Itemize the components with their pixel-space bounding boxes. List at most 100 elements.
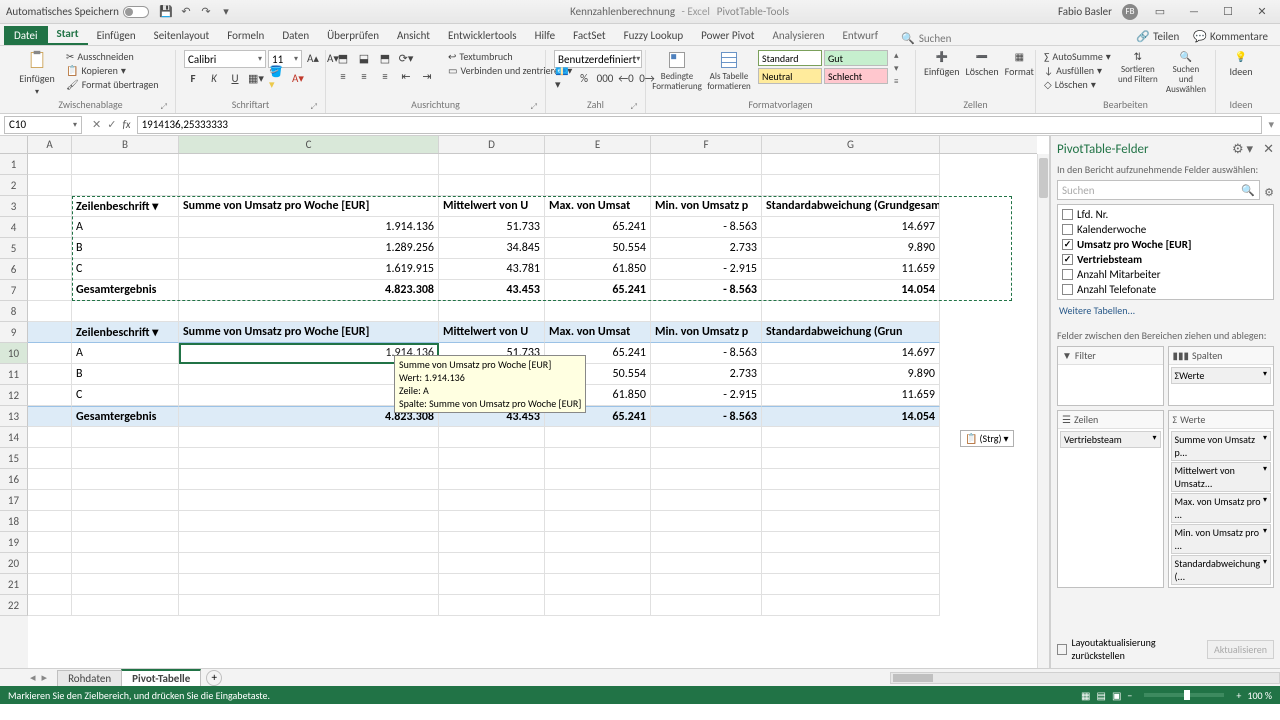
paste-options-smarttag[interactable]: 📋 (Strg) ▾ <box>960 430 1014 447</box>
cell-styles-gallery[interactable]: Standard Gut Neutral Schlecht <box>758 50 888 84</box>
row-header-6[interactable]: 6 <box>0 259 28 280</box>
increase-indent-icon[interactable]: ⇥ <box>418 68 436 84</box>
styles-scroll-up-icon[interactable]: ▴ <box>894 50 899 61</box>
row-header-15[interactable]: 15 <box>0 448 28 469</box>
row-header-17[interactable]: 17 <box>0 490 28 511</box>
qat-more-icon[interactable]: ▾ <box>219 5 233 19</box>
row-header-13[interactable]: 13 <box>0 406 28 427</box>
row-header-2[interactable]: 2 <box>0 175 28 196</box>
orientation-icon[interactable]: ⟳▾ <box>397 50 415 66</box>
user-avatar[interactable]: FB <box>1122 4 1138 20</box>
update-button[interactable]: Aktualisieren <box>1207 640 1274 659</box>
maximize-icon[interactable]: ☐ <box>1216 2 1240 22</box>
zoom-slider[interactable] <box>1144 693 1224 697</box>
row-header-8[interactable]: 8 <box>0 301 28 322</box>
fill-button[interactable]: ↓ Ausfüllen ▾ <box>1044 64 1111 77</box>
tab-factset[interactable]: FactSet <box>564 26 615 45</box>
row-header-19[interactable]: 19 <box>0 532 28 553</box>
share-button[interactable]: 🔗Teilen <box>1132 28 1183 45</box>
field-item[interactable]: Kalenderwoche <box>1060 222 1271 237</box>
rows-chip[interactable]: Vertriebsteam▾ <box>1060 431 1161 448</box>
row-header-11[interactable]: 11 <box>0 364 28 385</box>
col-header-B[interactable]: B <box>72 136 179 153</box>
bold-button[interactable]: F <box>184 70 202 86</box>
col-header-A[interactable]: A <box>28 136 72 153</box>
values-area[interactable]: ΣWerte Summe von Umsatz p...▾Mittelwert … <box>1168 410 1275 588</box>
rows-area[interactable]: ☰Zeilen Vertriebsteam▾ <box>1057 410 1164 588</box>
row-header-1[interactable]: 1 <box>0 154 28 175</box>
row-header-14[interactable]: 14 <box>0 427 28 448</box>
tab-powerpivot[interactable]: Power Pivot <box>692 26 763 45</box>
currency-icon[interactable]: 💶▾ <box>554 70 572 86</box>
row-header-16[interactable]: 16 <box>0 469 28 490</box>
font-name-combo[interactable]: Calibri▾ <box>184 50 266 68</box>
row-header-12[interactable]: 12 <box>0 385 28 406</box>
columns-chip[interactable]: Σ Werte▾ <box>1171 367 1272 384</box>
tab-fuzzy[interactable]: Fuzzy Lookup <box>615 26 693 45</box>
conditional-format-button[interactable]: Bedingte Formatierung <box>654 50 700 92</box>
value-chip[interactable]: Standardabweichung (...▾ <box>1171 555 1272 585</box>
col-header-E[interactable]: E <box>545 136 651 153</box>
tab-analysieren[interactable]: Analysieren <box>763 26 833 45</box>
align-center-icon[interactable]: ≡ <box>355 68 373 84</box>
ideas-button[interactable]: 💡Ideen <box>1224 50 1258 78</box>
format-cells-button[interactable]: ▦Format <box>1005 50 1034 78</box>
value-chip[interactable]: Summe von Umsatz p...▾ <box>1171 431 1272 461</box>
vertical-scrollbar[interactable] <box>1037 154 1049 668</box>
format-painter-button[interactable]: 🖌 Format übertragen <box>66 78 158 91</box>
fx-icon[interactable]: fx <box>122 118 130 131</box>
styles-more-icon[interactable]: ≡ <box>894 76 899 87</box>
file-tab[interactable]: Datei <box>4 26 48 45</box>
defer-checkbox[interactable] <box>1057 644 1067 655</box>
row-header-7[interactable]: 7 <box>0 280 28 301</box>
tab-start[interactable]: Start <box>48 24 88 45</box>
value-chip[interactable]: Max. von Umsatz pro ...▾ <box>1171 493 1272 523</box>
value-chip[interactable]: Min. von Umsatz pro ...▾ <box>1171 524 1272 554</box>
filter-area[interactable]: ▼Filter <box>1057 346 1164 406</box>
save-icon[interactable]: 💾 <box>159 5 173 19</box>
grow-font-icon[interactable]: A▴ <box>304 50 322 66</box>
field-search-input[interactable]: Suchen 🔍 <box>1057 180 1260 200</box>
row-header-9[interactable]: 9 <box>0 322 28 343</box>
align-top-icon[interactable]: ⬒ <box>334 50 352 66</box>
zoom-level[interactable]: 100 % <box>1247 689 1272 702</box>
clear-button[interactable]: ◇ Löschen ▾ <box>1044 78 1111 91</box>
normal-view-icon[interactable]: ▦ <box>1081 689 1090 702</box>
inc-decimal-icon[interactable]: ←0 <box>617 70 635 86</box>
style-standard[interactable]: Standard <box>758 50 822 66</box>
tab-ansicht[interactable]: Ansicht <box>388 26 439 45</box>
worksheet[interactable]: ABCDEFG 12345678910111213141516171819202… <box>0 136 1050 668</box>
page-break-view-icon[interactable]: ▣ <box>1112 689 1121 702</box>
font-color-button[interactable]: A▾ <box>289 70 307 86</box>
row-header-10[interactable]: 10 <box>0 343 28 364</box>
row-header-5[interactable]: 5 <box>0 238 28 259</box>
style-neutral[interactable]: Neutral <box>758 68 822 84</box>
style-schlecht[interactable]: Schlecht <box>824 68 888 84</box>
tab-entwurf[interactable]: Entwurf <box>834 26 888 45</box>
tab-hilfe[interactable]: Hilfe <box>526 26 564 45</box>
row-header-20[interactable]: 20 <box>0 553 28 574</box>
sort-filter-button[interactable]: ⇅Sortieren und Filtern <box>1117 50 1159 85</box>
tab-formeln[interactable]: Formeln <box>218 26 273 45</box>
zoom-in-icon[interactable]: + <box>1236 689 1241 702</box>
sheet-tab-rohdaten[interactable]: Rohdaten <box>57 670 122 686</box>
percent-icon[interactable]: % <box>575 70 593 86</box>
field-item[interactable]: ✓Vertriebsteam <box>1060 252 1271 267</box>
field-list[interactable]: Lfd. Nr.Kalenderwoche✓Umsatz pro Woche [… <box>1057 204 1274 300</box>
autosum-button[interactable]: ∑ AutoSumme ▾ <box>1044 50 1111 63</box>
row-header-3[interactable]: 3 <box>0 196 28 217</box>
col-header-C[interactable]: C <box>179 136 439 153</box>
close-icon[interactable]: ✕ <box>1250 2 1274 22</box>
horizontal-scrollbar[interactable] <box>890 672 1280 684</box>
col-header-D[interactable]: D <box>439 136 545 153</box>
sheet-nav-prev-icon[interactable]: ◂ <box>30 671 36 684</box>
find-select-button[interactable]: 🔍Suchen und Auswählen <box>1165 50 1207 95</box>
tab-einfuegen[interactable]: Einfügen <box>88 26 145 45</box>
ribbon-options-icon[interactable]: ▭ <box>1148 2 1172 22</box>
comma-icon[interactable]: 000 <box>596 70 614 86</box>
align-right-icon[interactable]: ≡ <box>376 68 394 84</box>
field-item[interactable]: ✓Umsatz pro Woche [EUR] <box>1060 237 1271 252</box>
sheet-nav-next-icon[interactable]: ▸ <box>42 671 48 684</box>
select-all-corner[interactable] <box>0 136 28 154</box>
add-sheet-button[interactable]: + <box>206 670 222 686</box>
